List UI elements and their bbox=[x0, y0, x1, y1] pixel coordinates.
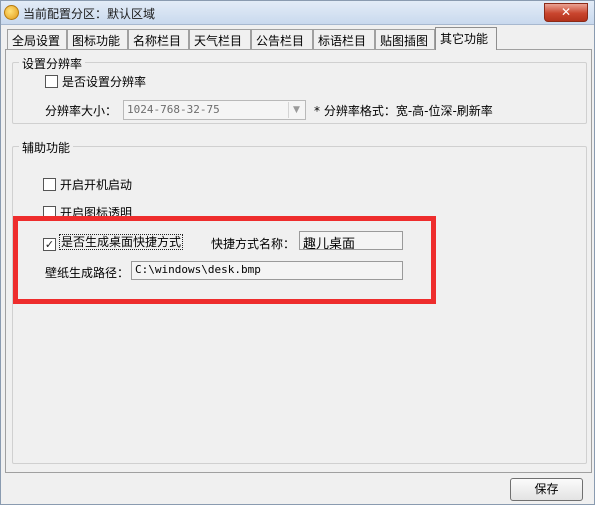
resolution-group: 设置分辨率 是否设置分辨率 分辨率大小： 1024-768-32-75 ▼ * … bbox=[12, 55, 587, 124]
checkbox-box[interactable] bbox=[45, 75, 58, 88]
shortcut-name-label: 快捷方式名称： bbox=[211, 237, 296, 251]
resolution-group-title: 设置分辨率 bbox=[19, 55, 86, 72]
tab-panel-other-functions: 设置分辨率 是否设置分辨率 分辨率大小： 1024-768-32-75 ▼ * … bbox=[5, 49, 592, 473]
tab-global-settings[interactable]: 全局设置 bbox=[7, 29, 67, 49]
startup-checkbox[interactable]: 开启开机启动 bbox=[43, 176, 132, 193]
save-button[interactable]: 保存 bbox=[510, 478, 583, 501]
tab-weather-section[interactable]: 天气栏目 bbox=[189, 29, 251, 49]
close-button[interactable]: ✕ bbox=[544, 3, 588, 22]
auxiliary-group: 辅助功能 开启开机启动 开启图标透明 ✓ 是否生成桌面快捷方式 快捷方式名称： 趣… bbox=[12, 139, 587, 464]
tab-strip: 全局设置 图标功能 名称栏目 天气栏目 公告栏目 标语栏目 贴图插图 其它功能 bbox=[7, 27, 592, 50]
wallpaper-path-input[interactable]: C:\windows\desk.bmp bbox=[131, 261, 403, 280]
app-icon bbox=[4, 5, 19, 20]
window-title: 当前配置分区：默认区域 bbox=[23, 7, 156, 21]
config-window: 当前配置分区：默认区域 ✕ 全局设置 图标功能 名称栏目 天气栏目 公告栏目 标… bbox=[0, 0, 595, 505]
shortcut-name-input[interactable]: 趣儿桌面 bbox=[299, 231, 403, 250]
resolution-size-label: 分辨率大小： bbox=[45, 104, 118, 118]
tab-stickers[interactable]: 贴图插图 bbox=[375, 29, 435, 49]
checkmark-icon[interactable]: ✓ bbox=[43, 238, 56, 251]
tab-other-functions[interactable]: 其它功能 bbox=[435, 27, 497, 50]
auxiliary-group-title: 辅助功能 bbox=[19, 139, 74, 156]
tab-notice-section[interactable]: 公告栏目 bbox=[251, 29, 313, 49]
tab-icon-functions[interactable]: 图标功能 bbox=[67, 29, 128, 49]
desktop-shortcut-checkbox[interactable]: ✓ 是否生成桌面快捷方式 bbox=[43, 233, 184, 251]
wallpaper-path-label: 壁纸生成路径： bbox=[45, 266, 130, 280]
close-icon: ✕ bbox=[560, 5, 572, 19]
tab-name-section[interactable]: 名称栏目 bbox=[128, 29, 189, 49]
checkbox-box[interactable] bbox=[43, 178, 56, 191]
icon-transparent-checkbox[interactable]: 开启图标透明 bbox=[43, 204, 132, 221]
title-bar[interactable]: 当前配置分区：默认区域 ✕ bbox=[1, 1, 594, 25]
tab-slogan-section[interactable]: 标语栏目 bbox=[313, 29, 375, 49]
resolution-size-select[interactable]: 1024-768-32-75 ▼ bbox=[123, 100, 306, 120]
checkbox-box[interactable] bbox=[43, 206, 56, 219]
set-resolution-checkbox[interactable]: 是否设置分辨率 bbox=[45, 73, 146, 90]
chevron-down-icon[interactable]: ▼ bbox=[288, 102, 304, 118]
resolution-format-hint: * 分辨率格式：宽-高-位深-刷新率 bbox=[314, 104, 493, 118]
resolution-size-value: 1024-768-32-75 bbox=[127, 103, 220, 116]
